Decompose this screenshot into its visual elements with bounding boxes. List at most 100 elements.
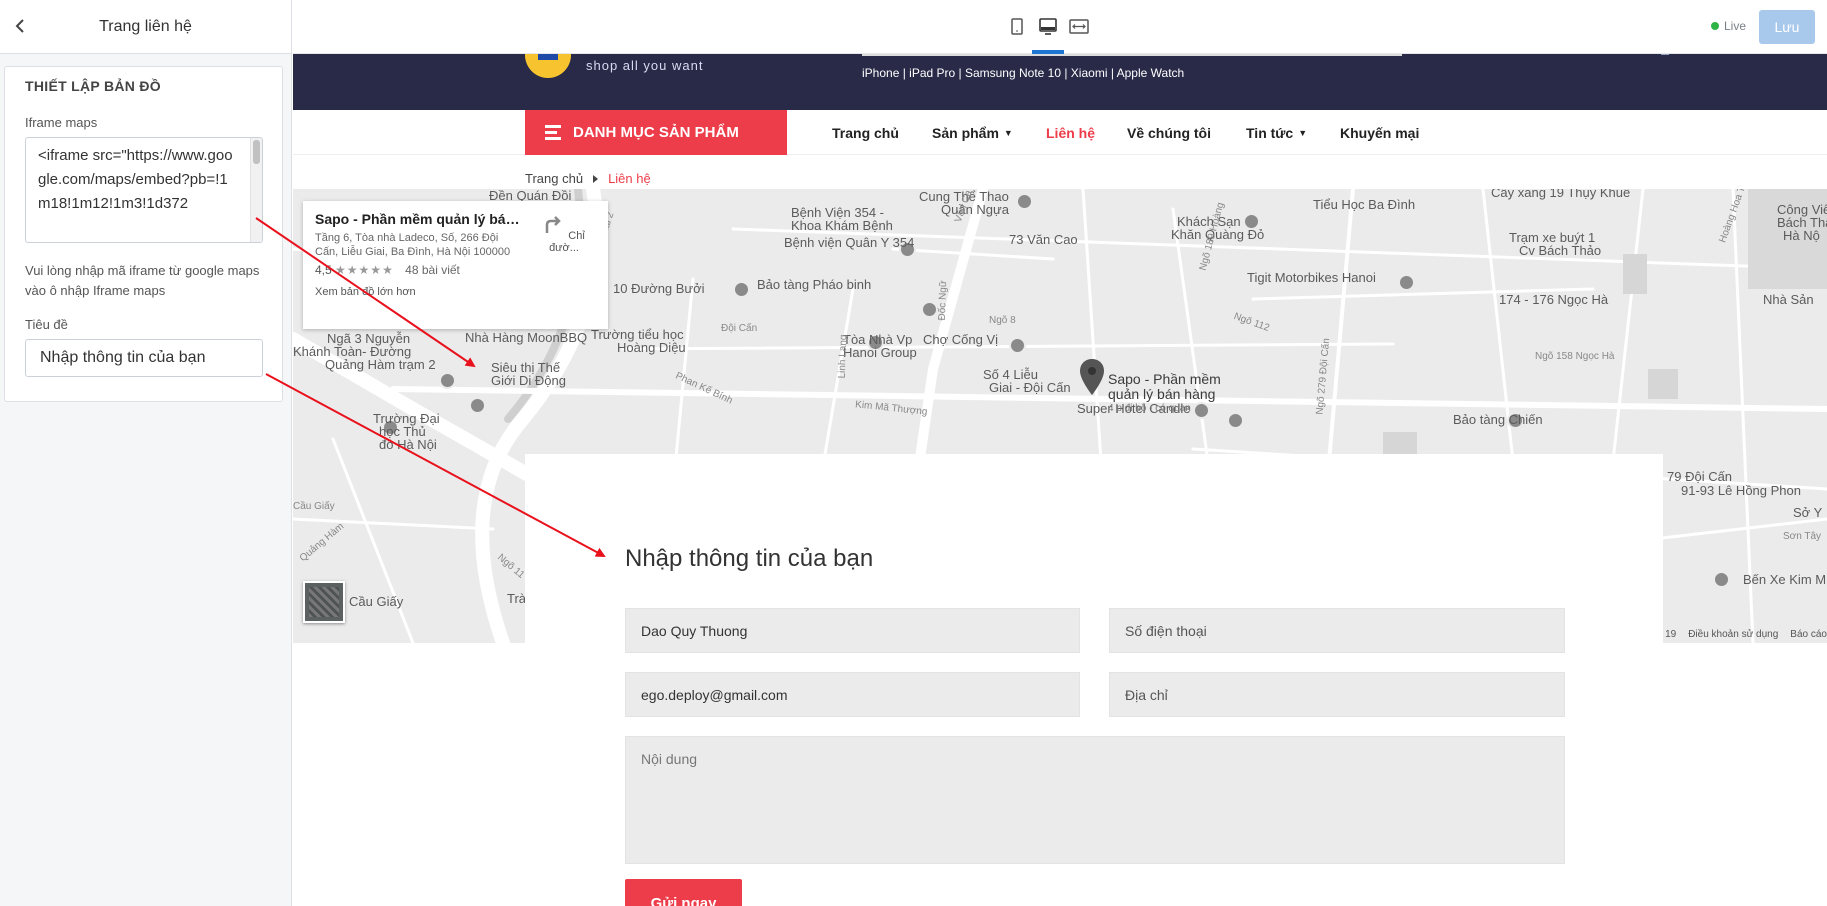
site-header: shop all you want iPhone | iPad Pro | Sa…	[293, 54, 1827, 110]
street-label: Cầu Giấy	[293, 501, 335, 512]
directions-icon	[545, 216, 561, 233]
iframe-code-text: <iframe src="https://www.google.com/maps…	[38, 147, 233, 212]
street-label: Sơn Tây	[1783, 531, 1822, 542]
map-label: Quảng Hàm trạm 2	[325, 357, 436, 372]
submit-button[interactable]: Gửi ngay	[625, 879, 742, 906]
message-textarea[interactable]: Nội dung	[625, 736, 1565, 864]
nav-products-label: Sản phẩm	[932, 124, 999, 141]
map-poi-icon[interactable]	[1016, 193, 1033, 210]
place-address: Tầng 6, Tòa nhà Ladeco, Số, 266 Đội Cấn,…	[315, 232, 511, 258]
header-account-glyph[interactable]	[1661, 54, 1669, 55]
iframe-maps-label: Iframe maps	[25, 115, 98, 130]
map-label: Hà Nộ	[1783, 228, 1820, 243]
map-label: Sở Y	[1793, 505, 1823, 520]
map-footer: 19 Điều khoản sử dụng Báo cáo	[1665, 629, 1827, 640]
nav-news[interactable]: Tin tức ▼	[1246, 110, 1307, 155]
sidebar-header: Trang liên hệ	[0, 0, 291, 54]
name-field[interactable]: Dao Quy Thuong	[625, 608, 1080, 653]
map-label: 174 - 176 Ngọc Hà	[1499, 292, 1609, 307]
pin-label-line2: quản lý bán hàng	[1108, 386, 1216, 402]
map-label: Tigit Motorbikes Hanoi	[1247, 270, 1376, 285]
map-label: Bệnh viện Quân Y 354	[784, 235, 915, 250]
map-label: Nhà Hàng MoonBBQ	[465, 330, 588, 345]
map-label: 91-93 Lê Hồng Phon	[1681, 483, 1801, 498]
map-settings-card: THIẾT LẬP BẢN ĐỒ Iframe maps <iframe src…	[4, 66, 283, 402]
iframe-help-text: Vui lòng nhập mã iframe từ google maps v…	[25, 263, 260, 298]
desktop-view-icon[interactable]	[1034, 14, 1062, 40]
map-label: Trà	[507, 591, 527, 606]
iframe-maps-textarea[interactable]: <iframe src="https://www.google.com/maps…	[25, 137, 263, 243]
form-title: Nhập thông tin của bạn	[625, 545, 874, 572]
larger-map-link[interactable]: Xem bản đồ lớn hơn	[315, 286, 596, 298]
site-logo[interactable]	[525, 54, 571, 78]
quick-links[interactable]: iPhone | iPad Pro | Samsung Note 10 | Xi…	[862, 66, 1184, 80]
scrollbar-thumb[interactable]	[253, 140, 260, 164]
nav-promotions-label: Khuyến mại	[1340, 124, 1420, 141]
map-label: Bảo tàng Pháo binh	[757, 277, 872, 292]
phone-field[interactable]: Số điện thoại	[1109, 608, 1565, 653]
map-label: Giai - Đội Cấn	[989, 380, 1071, 395]
rating-value: 4,5	[315, 263, 332, 277]
search-box-edge[interactable]	[862, 54, 1402, 56]
back-arrow-icon[interactable]	[10, 16, 30, 36]
save-button[interactable]: Lưu	[1759, 10, 1815, 44]
map-label: Bảo tàng Chiến	[1453, 412, 1543, 427]
textarea-scrollbar[interactable]	[250, 138, 262, 242]
directions-button[interactable]: Chỉ đườ...	[528, 213, 600, 254]
pin-walk-time: 4 p đi bộ - có quan	[1108, 403, 1191, 414]
map-label: Cây xăng 19 Thụy Khuê	[1491, 189, 1631, 200]
breadcrumb-separator-icon	[593, 174, 599, 183]
map-label: Chợ Cống Vị	[923, 332, 999, 347]
main-navigation: DANH MỤC SẢN PHẨM Trang chủ Sản phẩm ▼ Li…	[293, 110, 1827, 155]
email-field[interactable]: ego.deploy@gmail.com	[625, 672, 1080, 717]
map-label: 73 Văn Cao	[1009, 232, 1078, 247]
chevron-down-icon: ▼	[1298, 127, 1308, 138]
site-tagline: shop all you want	[586, 58, 704, 73]
live-dot-icon	[1711, 22, 1719, 30]
street-label: Linh Lang	[836, 334, 850, 379]
nav-contact-label: Liên hệ	[1046, 124, 1096, 141]
map-poi-icon[interactable]	[1193, 402, 1210, 419]
location-pin-icon[interactable]	[1080, 359, 1104, 395]
menu-icon	[545, 122, 561, 143]
map-label: Giới Di Động	[491, 373, 566, 388]
contact-form-card: Nhập thông tin của bạn Dao Quy Thuong Số…	[525, 454, 1663, 906]
map-poi-icon[interactable]	[469, 397, 486, 414]
place-name[interactable]: Sapo - Phần mềm quản lý bán ...	[315, 211, 520, 227]
map-label: Cầu Giấy	[349, 594, 404, 609]
map-poi-icon[interactable]	[1398, 274, 1415, 291]
terms-link[interactable]: Điều khoản sử dụng	[1688, 629, 1778, 640]
map-footer-year: 19	[1665, 629, 1677, 640]
mobile-view-icon[interactable]	[1003, 14, 1031, 40]
pin-label-line1: Sapo - Phần mềm	[1108, 371, 1221, 387]
map-label: đô Hà Nội	[379, 437, 437, 452]
nav-about[interactable]: Về chúng tôi	[1127, 110, 1211, 155]
nav-promotions[interactable]: Khuyến mại	[1340, 110, 1419, 155]
nav-contact[interactable]: Liên hệ	[1046, 110, 1095, 155]
category-menu-button[interactable]: DANH MỤC SẢN PHẨM	[525, 110, 787, 155]
breadcrumb-home[interactable]: Trang chủ	[525, 171, 583, 186]
section-title: THIẾT LẬP BẢN ĐỒ	[25, 78, 161, 94]
map-poi-icon[interactable]	[1227, 412, 1244, 429]
map-label: Quần Ngựa	[941, 202, 1009, 217]
map-poi-icon[interactable]	[1009, 337, 1026, 354]
breadcrumb: Trang chủ Liên hệ	[525, 171, 651, 186]
editor-toolbar: Live Lưu	[293, 0, 1827, 54]
map-label: Khoa Khám Bệnh	[791, 218, 893, 233]
title-input[interactable]	[25, 339, 263, 377]
nav-home[interactable]: Trang chủ	[832, 110, 899, 155]
map-poi-icon[interactable]	[439, 372, 456, 389]
satellite-toggle[interactable]	[303, 581, 345, 623]
map-poi-icon[interactable]	[733, 281, 750, 298]
sidebar-title: Trang liên hệ	[99, 17, 192, 35]
fullwidth-view-icon[interactable]	[1065, 14, 1093, 40]
pin-label: Sapo - Phần mềm quản lý bán hàng	[1108, 372, 1221, 402]
report-link[interactable]: Báo cáo	[1790, 629, 1827, 640]
place-rating: 4,5 ★★★★★ 48 bài viết	[315, 263, 596, 277]
map-poi-icon[interactable]	[1713, 571, 1730, 588]
nav-products[interactable]: Sản phẩm ▼	[932, 110, 1013, 155]
review-count[interactable]: 48 bài viết	[405, 263, 460, 277]
chevron-down-icon: ▼	[1003, 127, 1013, 138]
address-field[interactable]: Địa chỉ	[1109, 672, 1565, 717]
category-menu-label: DANH MỤC SẢN PHẨM	[573, 124, 739, 141]
